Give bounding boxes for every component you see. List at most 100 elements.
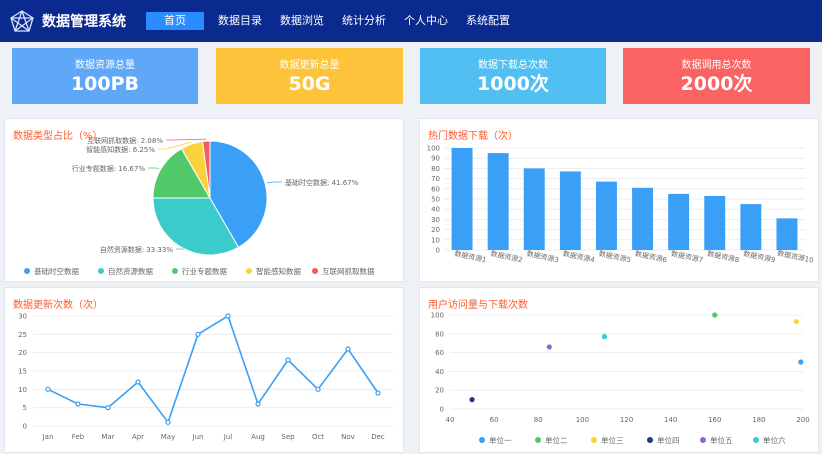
legend-label: 单位五 (710, 435, 733, 445)
x-tick-label: 120 (620, 416, 633, 424)
bar (559, 171, 581, 250)
x-tick-label: 40 (446, 416, 455, 424)
x-tick-label: 200 (796, 416, 809, 424)
y-tick-label: 20 (18, 349, 27, 357)
x-tick-label: 数据资源2 (490, 249, 524, 265)
bar (704, 195, 726, 250)
stat-value: 100PB (70, 73, 140, 95)
nav-item-catalog[interactable]: 数据目录 (218, 12, 262, 30)
x-tick-label: Feb (72, 433, 85, 441)
data-point (255, 401, 261, 407)
stat-value: 50G (288, 73, 331, 95)
y-tick-label: 40 (435, 368, 444, 376)
pie-data-label: 智能感知数据: 6.25% (86, 145, 155, 154)
legend-marker (479, 437, 485, 443)
legend-marker (753, 437, 759, 443)
nav-item-profile[interactable]: 个人中心 (404, 12, 448, 30)
y-tick-label: 30 (431, 216, 440, 224)
y-tick-label: 0 (436, 247, 440, 255)
data-point (793, 318, 799, 325)
stat-label: 数据下载总次数 (478, 60, 548, 71)
network-logo-icon (10, 10, 34, 32)
x-tick-label: Oct (312, 433, 324, 441)
pie-chart: 基础时空数据: 41.67% 自然资源数据: 33.33% 行业专题数据: 16.6… (24, 136, 375, 276)
nav-item-browse[interactable]: 数据浏览 (280, 12, 324, 30)
data-point (135, 379, 141, 385)
pie-data-label: 互联网抓取数据: 2.08% (87, 136, 163, 145)
stat-value: 2000次 (680, 73, 753, 95)
stat-card-updates: 数据更新总量 50G (216, 48, 403, 104)
data-point (345, 346, 351, 352)
y-tick-label: 30 (18, 313, 27, 321)
data-point (285, 357, 291, 363)
x-tick-label: Apr (132, 433, 144, 441)
data-point (601, 334, 608, 340)
stat-card-downloads: 数据下载总次数 1000次 (420, 48, 606, 104)
legend-label: 行业专题数据 (182, 266, 227, 276)
y-tick-label: 0 (23, 423, 27, 431)
y-tick-label: 50 (431, 196, 440, 204)
legend-label: 单位二 (545, 435, 568, 445)
x-tick-label: 140 (664, 416, 677, 424)
y-tick-label: 60 (435, 349, 444, 357)
x-tick-label: 数据资源6 (634, 249, 668, 265)
x-tick-label: 数据资源7 (670, 249, 704, 265)
pie-data-label: 基础时空数据: 41.67% (285, 178, 359, 187)
legend-marker (700, 437, 706, 443)
y-tick-label: 10 (18, 386, 27, 394)
x-tick-label: 160 (708, 416, 721, 424)
bar (668, 193, 690, 250)
pie-label-line (266, 181, 282, 184)
legend-label: 互联网抓取数据 (322, 266, 375, 276)
y-tick-label: 90 (431, 155, 440, 163)
x-tick-label: Mar (101, 433, 114, 441)
data-point (375, 390, 381, 396)
scatter-chart: 0 20 40 60 80 100 40 60 80 100 120 140 160 180 200 单位一 单… (431, 312, 810, 446)
nav-item-settings[interactable]: 系统配置 (466, 12, 510, 30)
y-tick-label: 0 (440, 406, 444, 414)
bar (487, 153, 509, 250)
line-chart: 0 5 10 15 20 25 30 Jan Feb Mar Apr May Jun Jul Aug Sep O… (18, 313, 393, 441)
y-tick-label: 20 (435, 387, 444, 395)
pie-data-label: 行业专题数据: 16.67% (72, 164, 146, 173)
data-point (75, 401, 81, 407)
x-tick-label: 数据资源5 (598, 249, 632, 265)
pie-data-label: 自然资源数据: 33.33% (100, 245, 174, 254)
y-tick-label: 80 (431, 165, 440, 173)
y-tick-label: 25 (18, 331, 27, 339)
legend-marker (535, 437, 541, 443)
x-tick-label: Sep (281, 433, 295, 441)
x-tick-label: 60 (490, 416, 499, 424)
nav-item-analytics[interactable]: 统计分析 (342, 12, 386, 30)
y-tick-label: 70 (431, 175, 440, 183)
pie-label-line (166, 138, 207, 141)
data-point (105, 405, 111, 411)
brand[interactable]: 数据管理系统 (10, 8, 126, 34)
data-point (315, 386, 321, 392)
x-tick-label: 180 (752, 416, 765, 424)
x-tick-label: 数据资源4 (562, 249, 596, 265)
x-tick-label: Aug (251, 433, 265, 441)
x-tick-label: Jun (192, 433, 204, 441)
x-tick-label: 数据资源10 (776, 248, 814, 264)
bar (776, 218, 798, 250)
bar-chart: 0102030405060708090100数据资源1 数据资源2 数据资源3 数据资… (427, 145, 815, 265)
legend-marker (591, 437, 597, 443)
legend-marker (312, 268, 318, 274)
x-tick-label: Jul (223, 433, 233, 441)
y-tick-label: 15 (18, 368, 27, 376)
scatter-chart-panel: 用户访问量与下载次数 0 20 40 60 80 100 40 60 80 100 120 140 16… (419, 287, 819, 453)
data-point (165, 419, 171, 425)
y-tick-label: 100 (427, 145, 440, 153)
data-point (195, 331, 201, 337)
data-point (712, 312, 718, 318)
y-tick-label: 60 (431, 185, 440, 193)
nav-item-home[interactable]: 首页 (146, 12, 204, 30)
data-point (225, 313, 231, 319)
stat-label: 数据更新总量 (279, 60, 340, 71)
data-point (469, 397, 475, 403)
top-navigation-bar: 数据管理系统 首页 数据目录 数据浏览 统计分析 个人中心 系统配置 (0, 0, 822, 42)
legend-label: 自然资源数据 (108, 266, 153, 276)
bar (451, 148, 473, 250)
bar-chart-panel: 热门数据下载（次） 0 10 20 30 40 50 60 70 80 90 100 数据资源1 数据资… (419, 118, 819, 282)
